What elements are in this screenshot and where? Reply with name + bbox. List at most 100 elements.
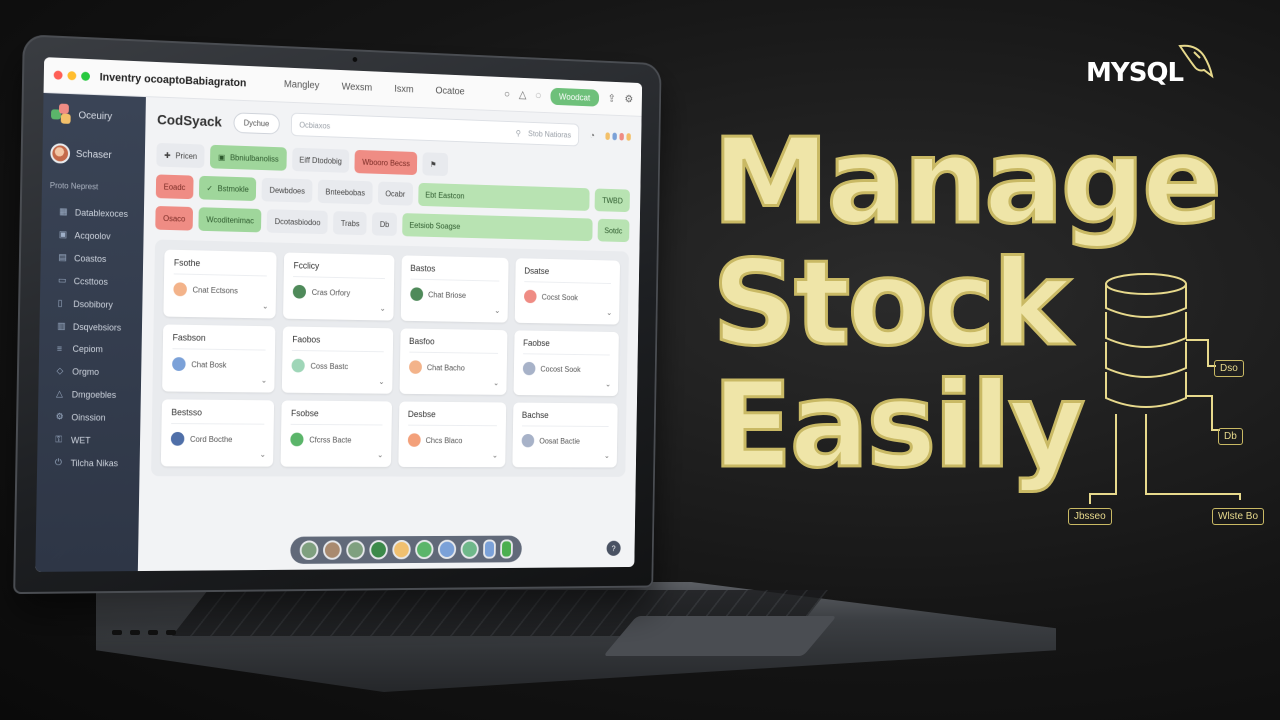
chevron-down-icon[interactable]: ⌄ xyxy=(380,304,386,313)
nav-link[interactable]: Isxm xyxy=(394,84,413,95)
sidebar-item[interactable]: ▤ Coastos xyxy=(49,252,136,265)
inventory-card[interactable]: Fcclicy Cras Orfory ⌄ xyxy=(283,252,395,321)
dock-app-icon[interactable] xyxy=(500,539,513,559)
sidebar: Oceuiry Schaser Proto Neprest ▦ Datablexo… xyxy=(35,92,146,572)
dock-app-icon[interactable] xyxy=(415,539,434,560)
help-button[interactable]: ? xyxy=(606,540,621,556)
close-window-button[interactable] xyxy=(53,70,63,80)
dock-app-icon[interactable] xyxy=(369,540,388,560)
inventory-card[interactable]: Fsothe Cnat Ectsons ⌄ xyxy=(163,249,277,319)
header-action-button[interactable]: Woodcat xyxy=(549,87,600,107)
flag-icon: ⚑ xyxy=(429,159,437,169)
settings-icon[interactable]: ⚙ xyxy=(624,93,633,106)
search-icon[interactable]: ○ xyxy=(504,88,510,100)
dock-app-icon[interactable] xyxy=(437,539,457,559)
filter-chip[interactable]: Wcoditenimac xyxy=(198,207,262,233)
inventory-card[interactable]: Basfoo Chat Bacho ⌄ xyxy=(399,328,508,395)
inventory-card[interactable]: Bestsso Cord Bocthe ⌄ xyxy=(160,399,275,467)
chevron-down-icon[interactable]: ⌄ xyxy=(494,306,500,315)
sidebar-item[interactable]: ⚿ WET xyxy=(45,434,132,445)
nav-link[interactable]: Wexsm xyxy=(342,82,373,94)
filter-chip[interactable]: ⚑ xyxy=(422,152,449,177)
chevron-down-icon[interactable]: ⌄ xyxy=(378,377,384,386)
chip-label: Eetsiob Soagse xyxy=(409,220,461,231)
folder-icon: ▭ xyxy=(57,274,67,285)
filter-chip[interactable]: Osaco xyxy=(155,205,194,231)
chevron-down-icon[interactable]: ⌄ xyxy=(493,379,499,388)
filter-chip[interactable]: ✚ Pricen xyxy=(156,142,205,169)
sidebar-item[interactable]: ▭ Ccsttoos xyxy=(48,275,135,288)
filter-chip[interactable]: Dewbdoes xyxy=(261,177,313,203)
card-title: Bestsso xyxy=(171,407,203,418)
chevron-down-icon[interactable]: ⌄ xyxy=(262,302,268,311)
chip-label: Wcoditenimac xyxy=(206,214,255,225)
chip-rows: ✚ Pricen ▣ Bbniulbanoliss Eiff Dtodobig Wboor… xyxy=(155,142,630,243)
inventory-card[interactable]: Bachse Oosat Bactie ⌄ xyxy=(512,402,618,468)
filter-chip[interactable]: Ebt Eastcon xyxy=(417,182,591,211)
gear-icon[interactable]: ◌ xyxy=(535,89,541,101)
filter-chip[interactable]: Ocabr xyxy=(377,181,413,206)
card-badge-icon xyxy=(292,284,307,299)
filter-chip[interactable]: Eetsiob Soagse xyxy=(401,213,593,242)
share-icon[interactable]: ⇪ xyxy=(608,92,616,105)
dock-app-icon[interactable] xyxy=(392,539,411,560)
minimize-window-button[interactable] xyxy=(67,71,77,81)
user-profile[interactable]: Schaser xyxy=(50,143,137,166)
chevron-down-icon[interactable]: ⌄ xyxy=(492,451,498,460)
sidebar-item[interactable]: ◇ Orgmo xyxy=(47,365,134,377)
chevron-down-icon[interactable]: ⌄ xyxy=(377,450,383,459)
chevron-down-icon[interactable]: ⌄ xyxy=(261,376,267,385)
chevron-down-icon[interactable]: ⌄ xyxy=(605,380,611,389)
brand[interactable]: Oceuiry xyxy=(50,103,138,128)
filter-chip[interactable]: Wbooro Becss xyxy=(354,149,418,176)
filter-chip[interactable]: Bnteebobas xyxy=(317,179,373,205)
dock-app-icon[interactable] xyxy=(460,539,479,559)
dock-app-icon[interactable] xyxy=(322,540,342,560)
filter-chip[interactable]: ▣ Bbniulbanoliss xyxy=(210,144,287,171)
inventory-card[interactable]: Desbse Chcs Blaco ⌄ xyxy=(397,401,507,468)
chevron-down-icon[interactable]: ⌄ xyxy=(260,450,266,459)
chart-icon: ▤ xyxy=(58,251,67,263)
nav-link[interactable]: Mangley xyxy=(284,79,320,91)
brand-name: Oceuiry xyxy=(78,109,113,122)
sidebar-item[interactable]: ⚙ Oinssion xyxy=(46,411,133,423)
chevron-down-icon[interactable]: ⌄ xyxy=(604,451,610,459)
sidebar-item[interactable]: ⏻ Tilcha Nikas xyxy=(45,457,132,468)
inventory-card[interactable]: Bastos Chat Briose ⌄ xyxy=(400,255,509,323)
filter-pill-button[interactable]: Dychue xyxy=(233,111,280,135)
filter-chip[interactable]: TWBD xyxy=(594,188,630,213)
nav-link[interactable]: Ocatoe xyxy=(435,86,464,98)
filter-chip[interactable]: Eoadc xyxy=(155,174,194,200)
filter-chip[interactable]: Db xyxy=(372,212,397,236)
inventory-card[interactable]: Fasbson Chat Bosk ⌄ xyxy=(162,324,276,393)
inventory-card[interactable]: Faobse Cocost Sook ⌄ xyxy=(513,330,619,397)
sidebar-item[interactable]: ▯ Dsobibory xyxy=(48,298,135,311)
filter-chip[interactable]: Dcotasbiodoo xyxy=(266,209,329,235)
clock-icon[interactable]: ◔ xyxy=(590,130,595,141)
laptop-screen: Inventry ocoaptoBabiagraton Mangley Wexs… xyxy=(35,57,643,572)
sidebar-item[interactable]: ▥ Dsqvebsiors xyxy=(47,321,134,333)
dock-app-icon[interactable] xyxy=(346,540,365,560)
sidebar-item[interactable]: △ Dmgoebles xyxy=(46,388,133,400)
filter-chip[interactable]: Trabs xyxy=(333,211,368,236)
filter-chip[interactable]: ✓ Bstmokle xyxy=(198,175,257,202)
sidebar-item[interactable]: ▦ Datablexoces xyxy=(49,206,136,219)
bell-icon[interactable]: △ xyxy=(519,88,527,101)
search-input[interactable]: Ocbiaxos ⚲ Stob Natioras xyxy=(290,112,580,147)
webcam xyxy=(352,56,358,63)
chip-row: Osaco Wcoditenimac Dcotasbiodoo Trabs Db Eets… xyxy=(155,205,630,243)
inventory-card[interactable]: Dsatse Cocst Sook ⌄ xyxy=(514,258,621,325)
filter-chip[interactable]: Sotdc xyxy=(597,218,630,243)
filter-chip[interactable]: Eiff Dtodobig xyxy=(291,147,350,173)
inventory-card[interactable]: Fsobse Cfcrss Bacte ⌄ xyxy=(280,400,392,467)
sidebar-item[interactable]: ≡ Cepiom xyxy=(47,343,134,355)
sidebar-item[interactable]: ▣ Acqoolov xyxy=(49,229,136,242)
card-text: Cras Orfory xyxy=(311,287,351,298)
diagram-label: Jbsseo xyxy=(1068,508,1112,525)
card-body: Chat Briose xyxy=(409,287,499,302)
inventory-card[interactable]: Faobos Coss Bastc ⌄ xyxy=(282,326,393,394)
maximize-window-button[interactable] xyxy=(81,71,91,81)
dock-app-icon[interactable] xyxy=(299,540,319,560)
dock-app-icon[interactable] xyxy=(483,539,496,559)
chevron-down-icon[interactable]: ⌄ xyxy=(606,308,612,317)
